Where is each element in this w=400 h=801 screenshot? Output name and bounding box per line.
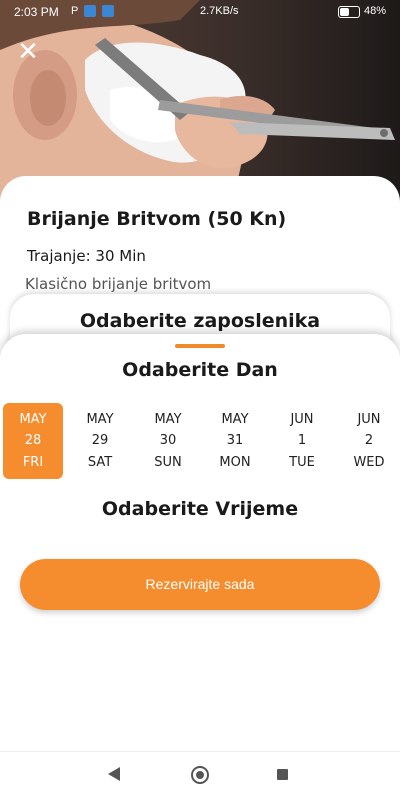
day-number: 31 (226, 433, 244, 448)
recent-apps-icon[interactable] (277, 769, 288, 780)
close-button[interactable]: ✕ (14, 38, 42, 66)
day-month: MAY (19, 412, 47, 427)
day-number: 28 (24, 433, 42, 448)
status-bar: 2:03 PM P 2.7KB/s 48% (0, 0, 400, 24)
day-option[interactable]: JUN 1 TUE (272, 403, 332, 479)
day-month: MAY (221, 412, 249, 427)
day-number: 29 (91, 433, 109, 448)
sheet-drag-handle[interactable] (175, 344, 225, 348)
time-section-title: Odaberite Vrijeme (101, 498, 299, 520)
day-weekday: MON (219, 455, 251, 470)
battery-icon (338, 6, 360, 18)
status-battery-percent: 48% (364, 5, 387, 17)
day-option[interactable]: MAY 30 SUN (138, 403, 198, 479)
day-option[interactable]: JUN 2 WED (339, 403, 399, 479)
day-month: JUN (290, 412, 314, 427)
day-weekday: SAT (87, 455, 113, 470)
day-number: 30 (159, 433, 177, 448)
service-description: Klasično brijanje britvom (25, 275, 212, 293)
status-net-speed: 2.7KB/s (200, 5, 239, 17)
day-weekday: TUE (289, 455, 315, 470)
app-notification-icon (84, 5, 96, 17)
day-picker: MAY 28 FRI MAY 29 SAT MAY 30 SUN MAY 31 … (3, 403, 397, 479)
app-notification-icon (102, 5, 114, 17)
day-number: 2 (364, 433, 374, 448)
day-weekday: SUN (154, 455, 182, 470)
day-month: MAY (154, 412, 182, 427)
day-option[interactable]: MAY 29 SAT (70, 403, 130, 479)
home-icon[interactable] (191, 766, 209, 784)
status-time: 2:03 PM (14, 5, 59, 19)
service-title: Brijanje Britvom (50 Kn) (27, 208, 287, 230)
book-now-button[interactable]: Rezervirajte sada (20, 559, 380, 610)
close-icon: ✕ (17, 37, 39, 67)
service-duration: Trajanje: 30 Min (27, 247, 146, 265)
day-option[interactable]: MAY 28 FRI (3, 403, 63, 479)
employee-section-title: Odaberite zaposlenika (79, 310, 321, 332)
day-weekday: WED (353, 455, 385, 470)
day-month: JUN (357, 412, 381, 427)
day-section-title: Odaberite Dan (122, 359, 278, 381)
day-month: MAY (86, 412, 114, 427)
day-number: 1 (297, 433, 307, 448)
back-icon[interactable] (108, 767, 120, 781)
status-notification-letter: P (71, 5, 79, 17)
day-weekday: FRI (22, 455, 44, 470)
day-option[interactable]: MAY 31 MON (205, 403, 265, 479)
